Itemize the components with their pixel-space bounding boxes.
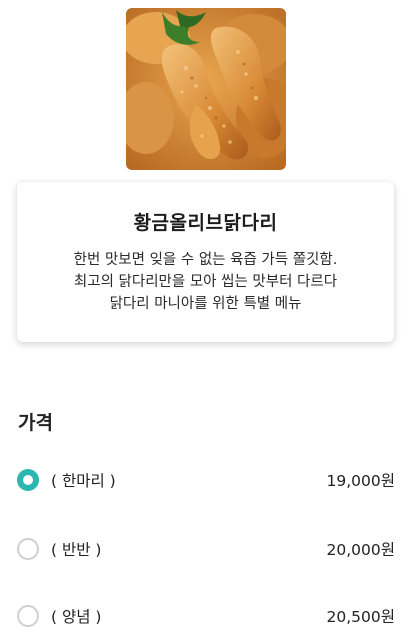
radio-unchecked-icon[interactable] [17, 605, 39, 627]
description-line: 한번 맛보면 잊을 수 없는 육즙 가득 쫄깃함. [73, 252, 338, 268]
price-section-title: 가격 [18, 412, 53, 434]
description-line: 닭다리 마니아를 위한 특별 메뉴 [109, 296, 302, 312]
description-line: 최고의 닭다리만을 모아 씹는 맛부터 다르다 [73, 274, 338, 290]
option-price: 20,000원 [326, 541, 396, 559]
option-label: ( 반반 ) [51, 541, 102, 559]
option-label: ( 한마리 ) [51, 472, 116, 490]
product-description: 한번 맛보면 잊을 수 없는 육즙 가득 쫄깃함. 최고의 닭다리만을 모아 씹… [17, 249, 394, 315]
product-image [126, 8, 286, 170]
option-label: ( 양념 ) [51, 608, 102, 626]
radio-unchecked-icon[interactable] [17, 538, 39, 560]
price-option-whole[interactable]: ( 한마리 ) 19,000원 [17, 465, 395, 495]
radio-checked-icon[interactable] [17, 469, 39, 491]
price-option-half[interactable]: ( 반반 ) 20,000원 [17, 534, 395, 564]
price-option-seasoned[interactable]: ( 양념 ) 20,500원 [17, 601, 395, 631]
option-price: 20,500원 [326, 608, 396, 626]
option-price: 19,000원 [326, 472, 396, 490]
product-info-card: 황금올리브닭다리 한번 맛보면 잊을 수 없는 육즙 가득 쫄깃함. 최고의 닭… [17, 182, 394, 342]
fried-chicken-image [126, 8, 286, 170]
product-name: 황금올리브닭다리 [133, 212, 278, 234]
